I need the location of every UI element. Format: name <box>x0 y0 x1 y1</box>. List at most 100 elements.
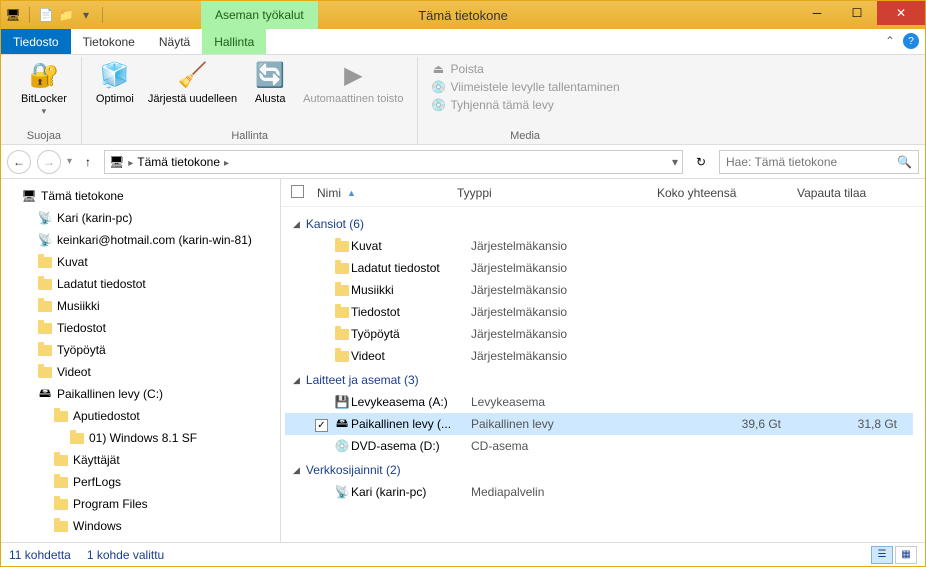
dvd-icon: 💿 <box>333 439 351 453</box>
list-item[interactable]: KuvatJärjestelmäkansio <box>285 235 913 257</box>
tab-file[interactable]: Tiedosto <box>1 29 71 54</box>
item-name: Musiikki <box>351 283 471 297</box>
folder-icon <box>53 474 69 490</box>
item-name: Paikallinen levy (... <box>351 417 471 431</box>
drive-icon: 🖴 <box>333 414 351 435</box>
item-name: DVD-asema (D:) <box>351 439 471 453</box>
folder-icon <box>333 351 351 362</box>
tree-item-label: PerfLogs <box>73 475 121 489</box>
maximize-button[interactable]: ☐ <box>837 1 877 25</box>
item-type: Järjestelmäkansio <box>471 261 671 275</box>
qat-dropdown-icon[interactable]: ▾ <box>78 7 94 23</box>
tree-item[interactable]: Käyttäjät <box>1 449 280 471</box>
list-item[interactable]: MusiikkiJärjestelmäkansio <box>285 279 913 301</box>
tree-item[interactable]: 01) Windows 8.1 SF <box>1 427 280 449</box>
tree-item[interactable]: Ladatut tiedostot <box>1 273 280 295</box>
tree-item-label: Tiedostot <box>57 321 106 335</box>
optimize-button[interactable]: 🧊 Optimoi <box>90 57 140 108</box>
window-title: Tämä tietokone <box>418 8 508 23</box>
folder-icon <box>333 241 351 252</box>
item-type: Paikallinen levy <box>471 417 671 431</box>
item-type: Levykeasema <box>471 395 671 409</box>
navigation-tree[interactable]: 🖥Tämä tietokone📡Kari (karin-pc)📡keinkari… <box>1 179 281 542</box>
tree-item[interactable]: 🖥Tämä tietokone <box>1 185 280 207</box>
group-header[interactable]: ◢Verkkosijainnit (2) <box>285 457 913 481</box>
format-button[interactable]: 🔄 Alusta <box>245 57 295 108</box>
folder-icon <box>37 342 53 358</box>
collapse-ribbon-icon[interactable]: ⌃ <box>885 34 895 48</box>
list-item[interactable]: 💿DVD-asema (D:)CD-asema <box>285 435 913 457</box>
explorer-window: 🖥 📄 📁 ▾ Aseman työkalut Tämä tietokone ─… <box>0 0 926 567</box>
item-name: Tiedostot <box>351 305 471 319</box>
tab-computer[interactable]: Tietokone <box>71 29 147 54</box>
tree-item[interactable]: Aputiedostot <box>1 405 280 427</box>
list-item[interactable]: 📡Kari (karin-pc)Mediapalvelin <box>285 481 913 503</box>
new-folder-icon[interactable]: 📁 <box>58 7 74 23</box>
tree-item[interactable]: 📡Kari (karin-pc) <box>1 207 280 229</box>
icons-view-button[interactable]: ▦ <box>895 546 917 564</box>
details-view-button[interactable]: ☰ <box>871 546 893 564</box>
item-name: Työpöytä <box>351 327 471 341</box>
tree-item[interactable]: Työpöytä <box>1 339 280 361</box>
folder-icon <box>333 329 351 340</box>
folder-icon <box>37 320 53 336</box>
group-header[interactable]: ◢Kansiot (6) <box>285 211 913 235</box>
tree-item[interactable]: 📡keinkari@hotmail.com (karin-win-81) <box>1 229 280 251</box>
list-item[interactable]: VideotJärjestelmäkansio <box>285 345 913 367</box>
close-button[interactable]: ✕ <box>877 1 925 25</box>
tree-item[interactable]: Musiikki <box>1 295 280 317</box>
tree-item[interactable]: PerfLogs <box>1 471 280 493</box>
back-button[interactable]: ← <box>7 150 31 174</box>
help-icon[interactable]: ? <box>903 33 919 49</box>
search-input[interactable] <box>726 155 912 169</box>
history-dropdown-icon[interactable]: ▾ <box>67 156 72 167</box>
forward-button[interactable]: → <box>37 150 61 174</box>
list-item[interactable]: TyöpöytäJärjestelmäkansio <box>285 323 913 345</box>
eject-icon: ⏏ <box>430 61 446 77</box>
address-bar[interactable]: 🖥 Tämä tietokone ▾ <box>104 150 683 174</box>
folder-icon <box>37 364 53 380</box>
folder-icon <box>53 518 69 534</box>
erase-icon: 💿 <box>430 97 446 113</box>
cleanup-icon: 🧹 <box>177 59 209 91</box>
tree-item-label: Työpöytä <box>57 343 106 357</box>
floppy-icon: 💾 <box>333 395 351 409</box>
tab-manage[interactable]: Hallinta <box>202 29 266 54</box>
properties-icon[interactable]: 📄 <box>38 7 54 23</box>
column-headers[interactable]: Nimi▲ Tyyppi Koko yhteensä Vapauta tilaa <box>281 179 925 207</box>
item-checkbox[interactable]: ✓ <box>315 419 328 432</box>
tree-item[interactable]: Tiedostot <box>1 317 280 339</box>
item-type: Järjestelmäkansio <box>471 327 671 341</box>
item-name: Levykeasema (A:) <box>351 395 471 409</box>
tree-item[interactable]: Windows <box>1 515 280 537</box>
net-icon: 📡 <box>37 232 53 248</box>
tree-item[interactable]: Program Files <box>1 493 280 515</box>
sort-indicator-icon: ▲ <box>347 188 356 198</box>
tab-view[interactable]: Näytä <box>147 29 202 54</box>
format-icon: 🔄 <box>254 59 286 91</box>
minimize-button[interactable]: ─ <box>797 1 837 25</box>
folder-icon <box>333 307 351 318</box>
tree-item[interactable]: Kuvat <box>1 251 280 273</box>
address-dropdown-icon[interactable]: ▾ <box>672 155 678 169</box>
list-item[interactable]: 💾Levykeasema (A:)Levykeasema <box>285 391 913 413</box>
collapse-icon: ◢ <box>293 219 300 230</box>
list-item[interactable]: TiedostotJärjestelmäkansio <box>285 301 913 323</box>
folder-icon <box>53 408 69 424</box>
item-type: Mediapalvelin <box>471 485 671 499</box>
up-button[interactable]: ↑ <box>78 152 98 172</box>
select-all-checkbox[interactable] <box>291 185 304 198</box>
file-list: Nimi▲ Tyyppi Koko yhteensä Vapauta tilaa… <box>281 179 925 542</box>
list-item[interactable]: Ladatut tiedostotJärjestelmäkansio <box>285 257 913 279</box>
bitlocker-button[interactable]: 🔐 BitLocker ▾ <box>15 57 73 119</box>
refresh-button[interactable]: ↻ <box>689 150 713 174</box>
item-size: 39,6 Gt <box>671 417 811 431</box>
tree-item[interactable]: 🖴Paikallinen levy (C:) <box>1 383 280 405</box>
disc-icon: 💿 <box>430 79 446 95</box>
search-box[interactable]: 🔍 <box>719 150 919 174</box>
breadcrumb[interactable]: Tämä tietokone <box>137 155 220 169</box>
list-item[interactable]: ✓ 🖴Paikallinen levy (...Paikallinen levy3… <box>285 413 913 435</box>
cleanup-button[interactable]: 🧹 Järjestä uudelleen <box>142 57 243 108</box>
group-header[interactable]: ◢Laitteet ja asemat (3) <box>285 367 913 391</box>
tree-item[interactable]: Videot <box>1 361 280 383</box>
